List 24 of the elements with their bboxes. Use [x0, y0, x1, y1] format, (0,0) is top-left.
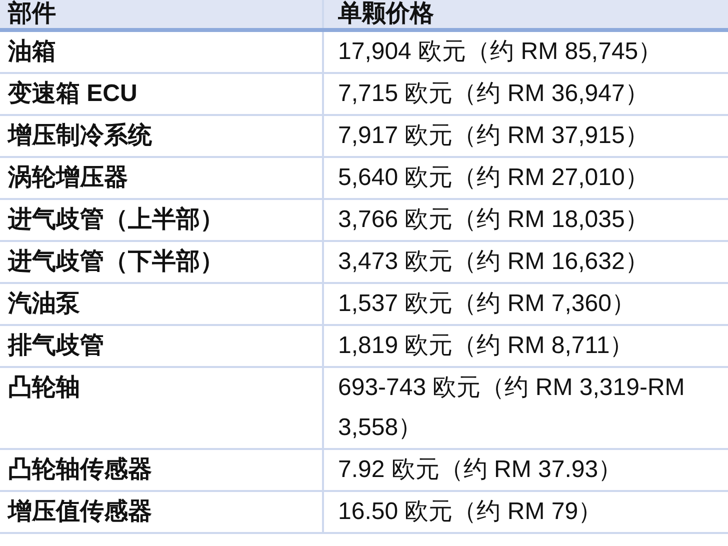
table-cell: 凸轮轴 — [0, 367, 323, 449]
table-cell: 7.92 欧元（约 RM 37.93） — [323, 449, 728, 491]
table-cell: 17,904 欧元（约 RM 85,745） — [323, 30, 728, 73]
table-cell: 进气歧管（下半部） — [0, 241, 323, 283]
table-cell: 增压值传感器 — [0, 491, 323, 533]
table-cell: 7,917 欧元（约 RM 37,915） — [323, 115, 728, 157]
table-cell: 汽油泵 — [0, 283, 323, 325]
table-cell: 增压制冷系统 — [0, 115, 323, 157]
column-header: 单颗价格 — [323, 0, 728, 30]
table-cell: 5,640 欧元（约 RM 27,010） — [323, 157, 728, 199]
table-cell: 1,819 欧元（约 RM 8,711） — [323, 325, 728, 367]
table-cell: 1,537 欧元（约 RM 7,360） — [323, 283, 728, 325]
table-cell: 7,715 欧元（约 RM 36,947） — [323, 73, 728, 115]
table-cell: 16.50 欧元（约 RM 79） — [323, 491, 728, 533]
table-cell: 涡轮增压器 — [0, 157, 323, 199]
table-cell: 变速箱 ECU — [0, 73, 323, 115]
table-cell: 排气歧管 — [0, 325, 323, 367]
table-cell: 进气歧管（上半部） — [0, 199, 323, 241]
table-cell: 3,473 欧元（约 RM 16,632） — [323, 241, 728, 283]
table-cell: 油箱 — [0, 30, 323, 73]
table-cell: 凸轮轴传感器 — [0, 449, 323, 491]
table-cell: 3,766 欧元（约 RM 18,035） — [323, 199, 728, 241]
table-cell: 693-743 欧元（约 RM 3,319-RM 3,558） — [323, 367, 728, 449]
column-header: 部件 — [0, 0, 323, 30]
